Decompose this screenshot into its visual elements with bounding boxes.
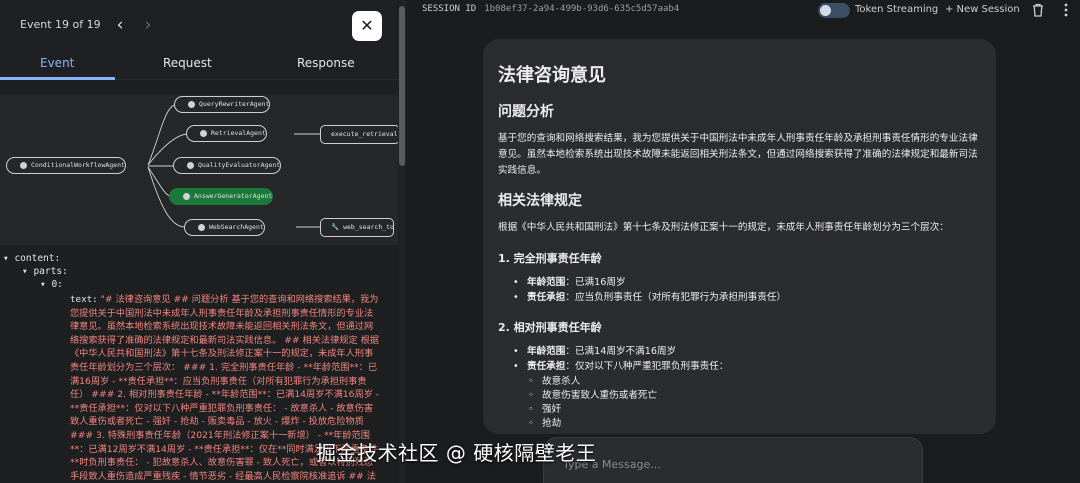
graph-tool-execute-retrieval[interactable]: execute_retrieval: [320, 125, 398, 144]
json-content-row[interactable]: ▾ content:: [3, 253, 60, 264]
list-item: 责任承担：应当负刑事责任（对所有犯罪行为承担刑事责任）: [513, 291, 786, 305]
token-streaming-label: Token Streaming: [855, 4, 939, 15]
graph-node-quality-evaluator[interactable]: QualityEvaluatorAgent: [173, 157, 282, 174]
list-subitem: 故意杀人: [528, 375, 580, 389]
scrollbar-thumb[interactable]: [399, 6, 405, 166]
toggle-knob: [820, 5, 831, 16]
event-panel: Event 19 of 19 ‹ › ✕ Event Request Respo…: [0, 0, 406, 483]
app-root: Event 19 of 19 ‹ › ✕ Event Request Respo…: [0, 0, 1080, 483]
section-paragraph: 基于您的查询和网络搜索结果，我为您提供关于中国刑法中未成年人刑事责任年龄及承担刑…: [498, 133, 978, 176]
graph-node-query-rewriter[interactable]: QueryRewriterAgent: [174, 96, 271, 113]
event-panel-header: Event 19 of 19 ‹ › ✕: [0, 0, 400, 50]
collapse-icon: ▾: [22, 266, 34, 277]
session-id: SESSION ID 1b08ef37-2a94-499b-93d6-635c5d…: [422, 4, 679, 14]
list-item-text: ：已满14周岁不满16周岁: [565, 346, 677, 357]
collapse-icon: ▾: [40, 279, 52, 290]
graph-node-retrieval[interactable]: RetrievalAgent: [186, 125, 267, 142]
tab-request[interactable]: Request: [163, 56, 212, 70]
agent-icon: [200, 130, 207, 137]
graph-node-conditional-workflow[interactable]: ConditionalWorkflowAgent: [6, 157, 126, 174]
section-heading: 问题分析: [498, 104, 554, 120]
graph-node-label: AnswerGeneratorAgent: [194, 192, 273, 200]
graph-node-label: QualityEvaluatorAgent: [198, 161, 281, 169]
subsection-heading: 1. 完全刑事责任年龄: [498, 252, 602, 265]
list-item: 年龄范围：已满14周岁不满16周岁: [513, 345, 676, 359]
active-tab-indicator: [0, 77, 115, 80]
list-subitem: 强奸: [528, 403, 561, 417]
collapse-icon: ▾: [3, 253, 15, 264]
list-item: 责任承担：仅对以下八种严重犯罪负刑事责任：: [513, 360, 728, 374]
message-input[interactable]: Type a Message...: [543, 437, 923, 483]
list-item-label: 责任承担: [527, 361, 566, 372]
json-key: text:: [70, 294, 98, 305]
section-paragraph: 根据《中华人民共和国刑法》第十七条及刑法修正案十一的规定，未成年人刑事责任年龄划…: [498, 222, 949, 233]
graph-node-label: ConditionalWorkflowAgent: [31, 161, 125, 169]
previous-event-button[interactable]: ‹: [110, 14, 130, 36]
tab-event[interactable]: Event: [40, 56, 74, 70]
list-item-text: ：仅对以下八种严重犯罪负刑事责任：: [565, 361, 729, 372]
session-id-value: 1b08ef37-2a94-499b-93d6-635c5d57aab4: [484, 4, 680, 14]
event-counter: Event 19 of 19: [20, 18, 101, 31]
wrench-icon: 🔧: [331, 223, 340, 231]
graph-node-web-search[interactable]: WebSearchAgent: [184, 219, 265, 236]
agent-icon: [183, 193, 190, 200]
token-streaming-toggle[interactable]: [818, 3, 850, 18]
list-item: 年龄范围：已满16周岁: [513, 276, 626, 290]
graph-node-label: RetrievalAgent: [211, 129, 266, 137]
tab-response[interactable]: Response: [297, 56, 355, 70]
answer-message: 法律咨询意见 问题分析 基于您的查询和网络搜索结果，我为您提供关于中国刑法中未成…: [483, 39, 996, 434]
graph-tool-label: execute_retrieval: [331, 130, 398, 138]
list-item-label: 年龄范围: [527, 277, 566, 288]
json-key: content:: [14, 253, 61, 264]
new-session-button[interactable]: + New Session: [945, 4, 1020, 15]
graph-tool-web-search[interactable]: 🔧web_search_tool: [320, 218, 394, 237]
json-index-row[interactable]: ▾ 0:: [40, 279, 63, 290]
agent-icon: [188, 101, 195, 108]
chat-panel: SESSION ID 1b08ef37-2a94-499b-93d6-635c5d…: [408, 0, 1080, 483]
graph-node-label: QueryRewriterAgent: [199, 100, 270, 108]
list-subitem: 故意伤害致人重伤或者死亡: [528, 389, 657, 403]
kebab-menu-icon[interactable]: [1063, 2, 1069, 18]
list-subitem: 抢劫: [528, 417, 561, 431]
list-item-text: ：已满16周岁: [565, 277, 626, 288]
watermark: 掘金技术社区 @ 硬核隔壁老王: [316, 441, 597, 465]
graph-tool-label: web_search_tool: [343, 223, 394, 231]
left-scrollbar[interactable]: [399, 0, 406, 483]
subsection-heading: 2. 相对刑事责任年龄: [498, 321, 602, 334]
json-key: parts:: [33, 266, 68, 277]
close-icon[interactable]: ✕: [352, 11, 382, 41]
trash-icon[interactable]: [1032, 3, 1044, 17]
agent-icon: [198, 224, 205, 231]
graph-node-answer-generator[interactable]: AnswerGeneratorAgent: [169, 188, 274, 205]
agent-icon: [187, 162, 194, 169]
graph-node-label: WebSearchAgent: [209, 223, 264, 231]
answer-title: 法律咨询意见: [498, 65, 606, 86]
json-parts-row[interactable]: ▾ parts:: [22, 266, 68, 277]
session-label: SESSION ID: [422, 4, 477, 14]
agent-graph[interactable]: QueryRewriterAgent RetrievalAgent Condit…: [0, 95, 398, 245]
json-key: 0:: [51, 279, 63, 290]
list-item-text: ：应当负刑事责任（对所有犯罪行为承担刑事责任）: [565, 292, 787, 303]
list-item-label: 年龄范围: [527, 346, 566, 357]
event-tabs: Event Request Response: [0, 50, 400, 80]
agent-icon: [20, 162, 27, 169]
list-item-label: 责任承担: [527, 292, 566, 303]
next-event-button[interactable]: ›: [138, 14, 158, 36]
section-heading: 相关法律规定: [498, 193, 582, 209]
